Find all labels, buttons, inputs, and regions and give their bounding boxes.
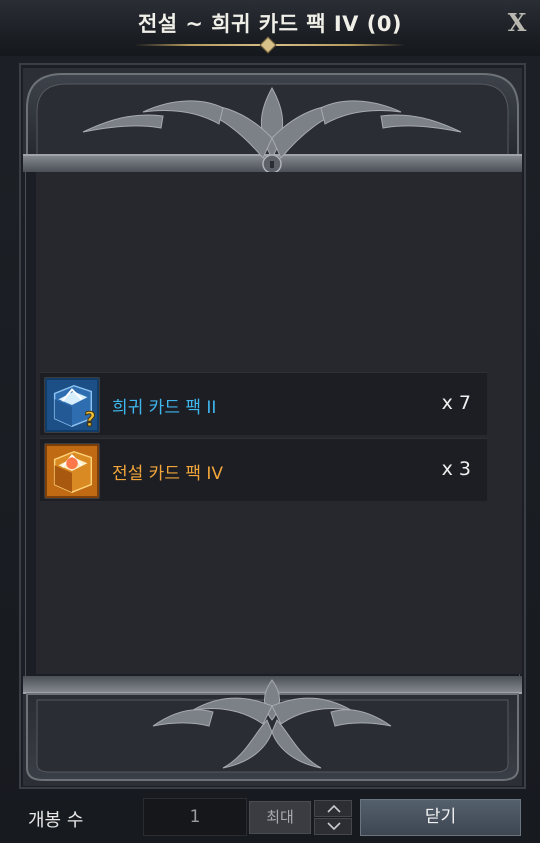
- chevron-down-icon: [327, 822, 341, 831]
- item-name: 전설 카드 팩 IV: [112, 464, 224, 484]
- decrease-count-button[interactable]: [314, 818, 352, 835]
- top-ornament-icon: [23, 68, 522, 172]
- svg-text:?: ?: [85, 408, 96, 431]
- item-quantity: x 3: [441, 458, 471, 480]
- item-quantity: x 7: [441, 392, 471, 414]
- max-button[interactable]: 최대: [249, 801, 311, 834]
- card-pack-window: 전설 ~ 희귀 카드 팩 IV (0) X ? 희귀 카드 팩 II x 7 전…: [0, 0, 540, 843]
- open-count-label: 개봉 수: [28, 810, 84, 831]
- close-window-button[interactable]: X: [504, 8, 530, 38]
- title-bar: 전설 ~ 희귀 카드 팩 IV (0) X: [0, 0, 540, 56]
- close-button[interactable]: 닫기: [360, 799, 521, 836]
- list-item[interactable]: ? 희귀 카드 팩 II x 7: [40, 372, 487, 435]
- rare-card-pack-icon: ?: [44, 377, 100, 433]
- legendary-card-pack-icon: [44, 443, 100, 499]
- chevron-up-icon: [327, 804, 341, 813]
- title-ornament-icon: [259, 36, 277, 54]
- open-count-input[interactable]: 1: [143, 798, 247, 836]
- window-title: 전설 ~ 희귀 카드 팩 IV (0): [137, 12, 403, 36]
- bottom-ornament-icon: [23, 676, 522, 786]
- item-name: 희귀 카드 팩 II: [112, 398, 217, 418]
- list-item[interactable]: 전설 카드 팩 IV x 3: [40, 438, 487, 501]
- increase-count-button[interactable]: [314, 800, 352, 817]
